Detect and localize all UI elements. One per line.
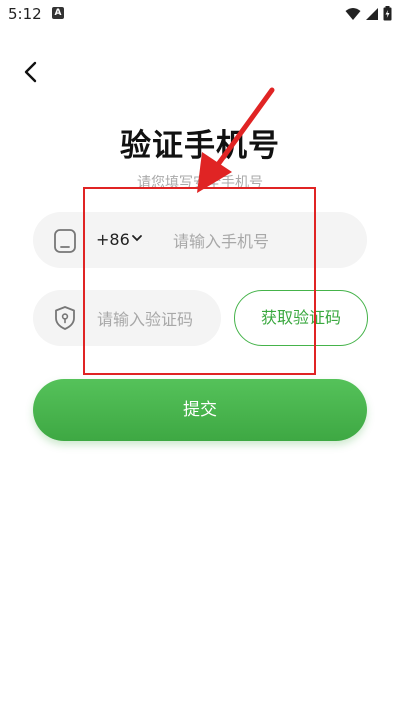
- status-bar: 5:12 A: [0, 0, 400, 28]
- status-icons: [345, 6, 392, 21]
- notification-a-icon: A: [52, 7, 64, 19]
- phone-icon: [54, 229, 76, 253]
- chevron-left-icon: [24, 61, 37, 83]
- back-button[interactable]: [18, 58, 46, 86]
- annotation-highlight-box: [83, 187, 316, 375]
- shield-icon: [55, 306, 75, 330]
- signal-icon: [366, 7, 378, 20]
- status-time: 5:12: [8, 5, 42, 23]
- wifi-icon: [345, 7, 361, 20]
- submit-button[interactable]: 提交: [33, 379, 367, 441]
- battery-icon: [383, 6, 392, 21]
- page-title: 验证手机号: [120, 128, 280, 164]
